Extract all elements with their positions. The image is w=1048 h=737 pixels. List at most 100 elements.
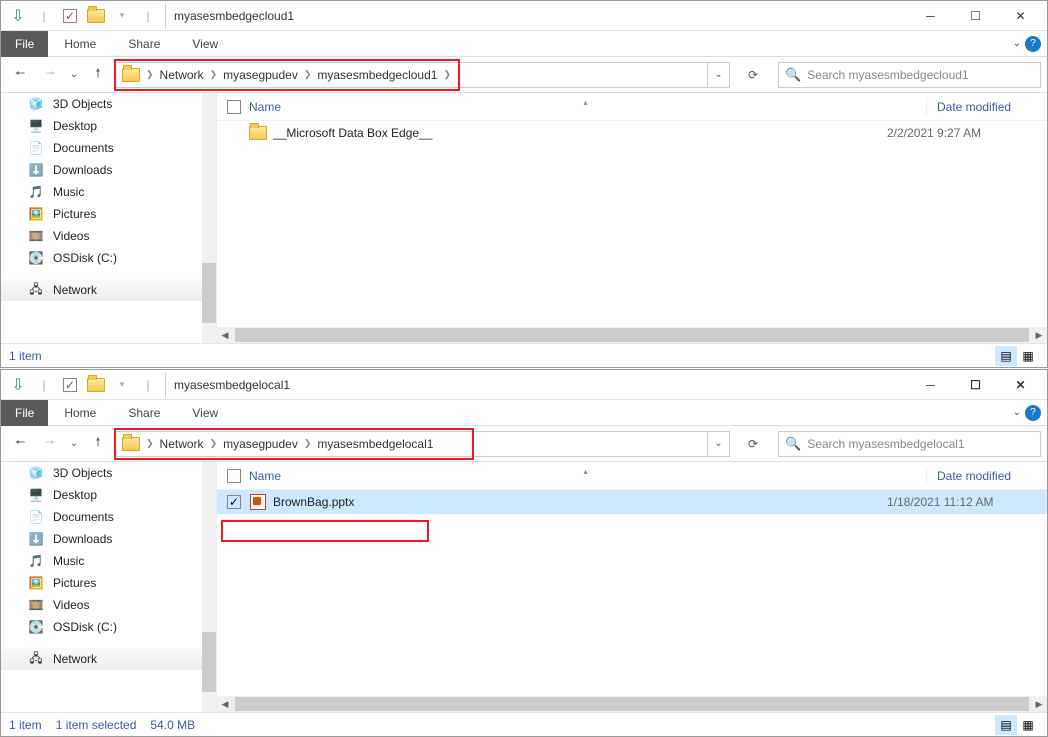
history-chevron-icon[interactable]: ⌄ [67, 431, 81, 457]
address-dropdown-icon[interactable]: ⌄ [707, 63, 729, 87]
sidebar-vscroll[interactable] [202, 93, 216, 343]
close-button[interactable]: ✕ [998, 371, 1043, 399]
address-dropdown-icon[interactable]: ⌄ [707, 432, 729, 456]
crumb-share[interactable]: myasesmbedgecloud1 [315, 63, 439, 87]
row-checkbox-checked[interactable]: ✓ [227, 495, 241, 509]
close-button[interactable]: ✕ [998, 2, 1043, 30]
scroll-thumb[interactable] [235, 328, 1029, 342]
row-checkbox[interactable] [227, 126, 241, 140]
forward-button[interactable]: 🠖 [37, 62, 63, 88]
scroll-left-icon[interactable]: ◀ [217, 327, 233, 343]
sidebar-item[interactable]: 🖥️Desktop [1, 115, 216, 137]
icons-view-button[interactable]: ▦ [1017, 346, 1039, 366]
ribbon-collapse-icon[interactable]: ⌄ [1011, 405, 1023, 420]
address-bar[interactable]: ❯ Network ❯ myasegpudev ❯ myasesmbedgelo… [115, 431, 730, 457]
details-view-button[interactable]: ▤ [995, 346, 1017, 366]
columns-header[interactable]: ▴ Name Date modified [217, 462, 1047, 490]
chevron-right-icon[interactable]: ❯ [142, 69, 158, 80]
scroll-right-icon[interactable]: ▶ [1031, 696, 1047, 712]
folder-icon[interactable] [120, 63, 142, 87]
crumb-network[interactable]: Network [158, 63, 206, 87]
help-icon[interactable]: ? [1025, 405, 1041, 421]
scroll-thumb[interactable] [202, 263, 216, 323]
pin-icon[interactable]: ⇩ [7, 5, 29, 27]
chevron-right-icon[interactable]: ❯ [300, 438, 316, 449]
titlebar[interactable]: ⇩ | ✓ ▾ | myasesmbedgelocal1 ─ ☐ ✕ [1, 370, 1047, 400]
sidebar-item[interactable]: 💽OSDisk (C:) [1, 616, 216, 638]
select-all-checkbox[interactable] [227, 100, 241, 114]
sidebar-item[interactable]: 🖥️Desktop [1, 484, 216, 506]
chevron-right-icon[interactable]: ❯ [300, 69, 316, 80]
sidebar-item[interactable]: 📄Documents [1, 137, 216, 159]
minimize-button[interactable]: ─ [908, 371, 953, 399]
maximize-button[interactable]: ☐ [953, 371, 998, 399]
share-tab[interactable]: Share [112, 400, 176, 426]
home-tab[interactable]: Home [48, 31, 112, 57]
sidebar-item[interactable]: ⬇️Downloads [1, 159, 216, 181]
scroll-right-icon[interactable]: ▶ [1031, 327, 1047, 343]
pin-icon[interactable]: ⇩ [7, 374, 29, 396]
column-date[interactable]: Date modified [927, 100, 1047, 114]
nav-pane[interactable]: 🧊3D Objects 🖥️Desktop 📄Documents ⬇️Downl… [1, 93, 216, 343]
column-date[interactable]: Date modified [927, 469, 1047, 483]
file-list-pane[interactable]: ▴ Name Date modified __Microsoft Data Bo… [216, 93, 1047, 343]
sidebar-item[interactable]: 🎵Music [1, 550, 216, 572]
up-button[interactable]: 🠕 [85, 62, 111, 88]
hscrollbar[interactable]: ◀ ▶ [217, 327, 1047, 343]
chevron-right-icon[interactable]: ❯ [439, 69, 455, 80]
sidebar-item[interactable]: 💽OSDisk (C:) [1, 247, 216, 269]
scroll-thumb[interactable] [235, 697, 1029, 711]
crumb-network[interactable]: Network [158, 432, 206, 456]
sidebar-item[interactable]: 🖼️Pictures [1, 203, 216, 225]
sidebar-item[interactable]: 🎵Music [1, 181, 216, 203]
refresh-button[interactable]: ⟳ [738, 62, 768, 88]
sidebar-item[interactable]: 🎞️Videos [1, 594, 216, 616]
sidebar-item[interactable]: 🖼️Pictures [1, 572, 216, 594]
folder-icon[interactable] [120, 432, 142, 456]
crumb-host[interactable]: myasegpudev [221, 63, 300, 87]
share-tab[interactable]: Share [112, 31, 176, 57]
titlebar[interactable]: ⇩ | ✓ ▾ | myasesmbedgecloud1 ─ ☐ ✕ [1, 1, 1047, 31]
up-button[interactable]: 🠕 [85, 431, 111, 457]
back-button[interactable]: 🠔 [7, 431, 33, 457]
file-tab[interactable]: File [1, 400, 48, 426]
refresh-button[interactable]: ⟳ [738, 431, 768, 457]
scroll-left-icon[interactable]: ◀ [217, 696, 233, 712]
scroll-thumb[interactable] [202, 632, 216, 692]
sidebar-item[interactable]: 🧊3D Objects [1, 93, 216, 115]
crumb-share[interactable]: myasesmbedgelocal1 [315, 432, 435, 456]
properties-check-icon[interactable]: ✓ [59, 5, 81, 27]
sidebar-item[interactable]: 🎞️Videos [1, 225, 216, 247]
sidebar-item-network[interactable]: 🖧Network [1, 279, 216, 301]
column-name[interactable]: Name [249, 100, 281, 114]
view-tab[interactable]: View [176, 400, 234, 426]
view-tab[interactable]: View [176, 31, 234, 57]
sidebar-item-network[interactable]: 🖧Network [1, 648, 216, 670]
icons-view-button[interactable]: ▦ [1017, 715, 1039, 735]
hscrollbar[interactable]: ◀ ▶ [217, 696, 1047, 712]
nav-pane[interactable]: 🧊3D Objects 🖥️Desktop 📄Documents ⬇️Downl… [1, 462, 216, 712]
chevron-right-icon[interactable]: ❯ [206, 438, 222, 449]
file-row-selected[interactable]: ✓ BrownBag.pptx 1/18/2021 11:12 AM [217, 490, 1047, 514]
sidebar-item[interactable]: ⬇️Downloads [1, 528, 216, 550]
sidebar-vscroll[interactable] [202, 462, 216, 712]
help-icon[interactable]: ? [1025, 36, 1041, 52]
file-tab[interactable]: File [1, 31, 48, 57]
chevron-right-icon[interactable]: ❯ [142, 438, 158, 449]
file-list-pane[interactable]: ▴ Name Date modified ✓ BrownBag.pptx 1/1… [216, 462, 1047, 712]
properties-check-icon[interactable]: ✓ [59, 374, 81, 396]
sidebar-item[interactable]: 🧊3D Objects [1, 462, 216, 484]
minimize-button[interactable]: ─ [908, 2, 953, 30]
history-chevron-icon[interactable]: ⌄ [67, 62, 81, 88]
address-bar[interactable]: ❯ Network ❯ myasegpudev ❯ myasesmbedgecl… [115, 62, 730, 88]
file-row[interactable]: __Microsoft Data Box Edge__ 2/2/2021 9:2… [217, 121, 1047, 145]
back-button[interactable]: 🠔 [7, 62, 33, 88]
columns-header[interactable]: ▴ Name Date modified [217, 93, 1047, 121]
maximize-button[interactable]: ☐ [953, 2, 998, 30]
forward-button[interactable]: 🠖 [37, 431, 63, 457]
home-tab[interactable]: Home [48, 400, 112, 426]
sidebar-item[interactable]: 📄Documents [1, 506, 216, 528]
search-input[interactable]: 🔍 Search myasesmbedgecloud1 [778, 62, 1041, 88]
details-view-button[interactable]: ▤ [995, 715, 1017, 735]
qat-chevron-icon[interactable]: ▾ [111, 5, 133, 27]
